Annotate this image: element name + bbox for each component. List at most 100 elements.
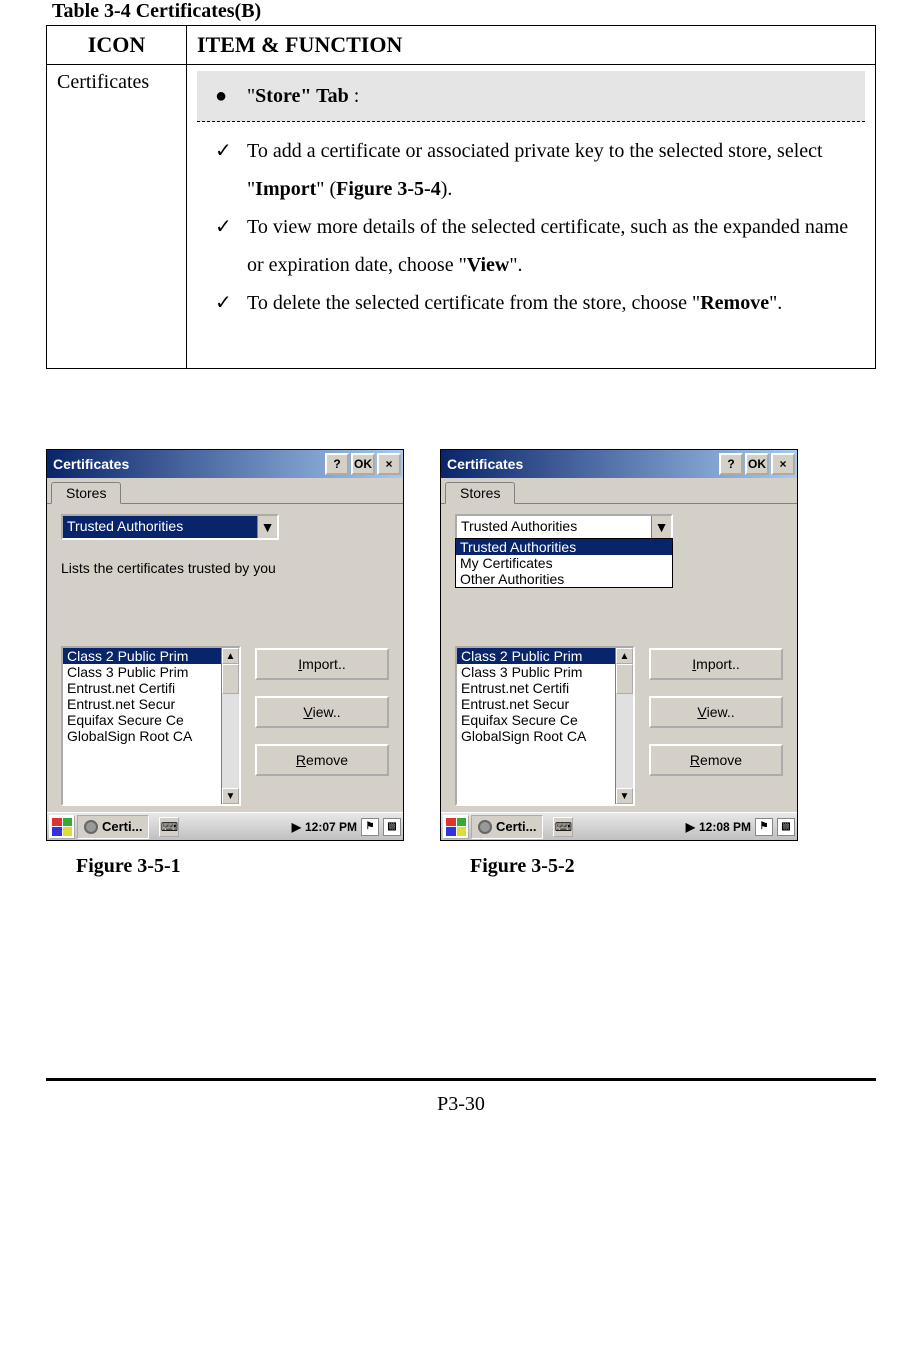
tray-icon[interactable]: ⚑ (361, 818, 379, 836)
check-icon: ✓ (207, 132, 247, 208)
figure-caption-right: Figure 3-5-2 (440, 855, 798, 878)
scrollbar[interactable]: ▲ ▼ (615, 648, 633, 804)
scroll-down-icon[interactable]: ▼ (616, 788, 633, 804)
remove-button[interactable]: Remove (255, 744, 389, 776)
bold-remove: Remove (700, 292, 769, 314)
gear-icon (84, 820, 98, 834)
text: To delete the selected certificate from … (247, 292, 700, 314)
combobox-value: Trusted Authorities (457, 516, 651, 538)
taskbar-item[interactable]: Certi... (471, 815, 543, 839)
scroll-thumb[interactable] (616, 664, 633, 694)
view-button[interactable]: View.. (255, 696, 389, 728)
tab-stores[interactable]: Stores (445, 482, 515, 504)
taskbar-item[interactable]: Certi... (77, 815, 149, 839)
text: ". (509, 254, 522, 276)
list-item: ✓ To add a certificate or associated pri… (207, 132, 855, 208)
bullet-icon: ● (207, 77, 247, 115)
store-name: Store (255, 85, 300, 107)
window-title: Certificates (53, 456, 323, 472)
start-button[interactable] (443, 815, 469, 839)
remove-button[interactable]: Remove (649, 744, 783, 776)
store-description: Lists the certificates trusted by you (61, 558, 389, 579)
start-button[interactable] (49, 815, 75, 839)
tray-icon[interactable]: ⚑ (755, 818, 773, 836)
list-item[interactable]: Class 2 Public Prim (457, 648, 615, 664)
chevron-down-icon[interactable]: ▼ (651, 516, 671, 538)
tab-stores[interactable]: Stores (51, 482, 121, 504)
scroll-up-icon[interactable]: ▲ (616, 648, 633, 664)
list-item[interactable]: Entrust.net Secur (63, 696, 221, 712)
check-icon: ✓ (207, 208, 247, 284)
help-button[interactable]: ? (325, 453, 349, 475)
taskbar: Certi... ⌨ ▶ 12:08 PM ⚑▧ (441, 812, 797, 840)
sip-icon[interactable]: ⌨ (553, 817, 573, 837)
list-item[interactable]: GlobalSign Root CA (63, 728, 221, 744)
view-button[interactable]: View.. (649, 696, 783, 728)
header-func: ITEM & FUNCTION (187, 26, 876, 65)
certificates-table: ICON ITEM & FUNCTION Certificates ● "Sto… (46, 25, 876, 369)
list-item[interactable]: Equifax Secure Ce (63, 712, 221, 728)
tray-icon[interactable]: ▧ (777, 818, 795, 836)
list-item: ✓ To view more details of the selected c… (207, 208, 855, 284)
text: ". (769, 292, 782, 314)
store-combobox[interactable]: Trusted Authorities ▼ (61, 514, 279, 540)
list-item[interactable]: Class 3 Public Prim (457, 664, 615, 680)
check-icon: ✓ (207, 284, 247, 322)
colon: : (349, 85, 360, 107)
clock: 12:07 PM (305, 820, 357, 834)
combobox-dropdown[interactable]: Trusted Authorities My Certificates Othe… (455, 538, 673, 588)
import-button[interactable]: Import.. (649, 648, 783, 680)
window-title: Certificates (447, 456, 717, 472)
table-title: Table 3-4 Certificates(B) (46, 0, 876, 23)
figure-ref: Figure 3-5-4 (336, 178, 441, 200)
option-item[interactable]: My Certificates (456, 555, 672, 571)
taskbar: Certi... ⌨ ▶ 12:07 PM ⚑▧ (47, 812, 403, 840)
tabs-row: Stores (47, 478, 403, 504)
sip-icon[interactable]: ⌨ (159, 817, 179, 837)
tray-icon[interactable]: ▧ (383, 818, 401, 836)
bold-import: Import (255, 178, 316, 200)
text: To view more details of the selected cer… (247, 216, 848, 276)
scrollbar[interactable]: ▲ ▼ (221, 648, 239, 804)
option-item[interactable]: Trusted Authorities (456, 539, 672, 555)
list-item: ✓ To delete the selected certificate fro… (207, 284, 855, 322)
function-list: ✓ To add a certificate or associated pri… (197, 122, 865, 362)
list-item[interactable]: Class 2 Public Prim (63, 648, 221, 664)
scroll-down-icon[interactable]: ▼ (222, 788, 239, 804)
text: ). (441, 178, 453, 200)
page-number: P3-30 (46, 1081, 876, 1128)
header-icon: ICON (47, 26, 187, 65)
chevron-down-icon[interactable]: ▼ (257, 516, 277, 538)
icon-cell: Certificates (47, 65, 187, 369)
text: " ( (316, 178, 336, 200)
close-button[interactable]: × (771, 453, 795, 475)
store-tab-heading: ● "Store" Tab : (197, 71, 865, 122)
quote-open: " (247, 85, 255, 107)
list-item[interactable]: Class 3 Public Prim (63, 664, 221, 680)
help-button[interactable]: ? (719, 453, 743, 475)
function-cell: ● "Store" Tab : ✓ To add a certificate o… (187, 65, 876, 369)
list-item[interactable]: Entrust.net Certifi (457, 680, 615, 696)
scroll-up-icon[interactable]: ▲ (222, 648, 239, 664)
clock: 12:08 PM (699, 820, 751, 834)
import-button[interactable]: Import.. (255, 648, 389, 680)
store-combobox[interactable]: Trusted Authorities ▼ (455, 514, 673, 540)
tab-word: " Tab (300, 85, 348, 107)
list-item[interactable]: Entrust.net Secur (457, 696, 615, 712)
certificates-listbox[interactable]: Class 2 Public Prim Class 3 Public Prim … (455, 646, 635, 806)
ok-button[interactable]: OK (745, 453, 769, 475)
bold-view: View (467, 254, 510, 276)
figure-caption-left: Figure 3-5-1 (46, 855, 404, 878)
tray-arrow-icon[interactable]: ▶ (686, 820, 695, 834)
ok-button[interactable]: OK (351, 453, 375, 475)
close-button[interactable]: × (377, 453, 401, 475)
list-item[interactable]: Equifax Secure Ce (457, 712, 615, 728)
list-item[interactable]: GlobalSign Root CA (457, 728, 615, 744)
option-item[interactable]: Other Authorities (456, 571, 672, 587)
figures-row: Certificates ? OK × Stores Trusted Autho… (46, 449, 876, 841)
tray-arrow-icon[interactable]: ▶ (292, 820, 301, 834)
gear-icon (478, 820, 492, 834)
certificates-listbox[interactable]: Class 2 Public Prim Class 3 Public Prim … (61, 646, 241, 806)
list-item[interactable]: Entrust.net Certifi (63, 680, 221, 696)
scroll-thumb[interactable] (222, 664, 239, 694)
